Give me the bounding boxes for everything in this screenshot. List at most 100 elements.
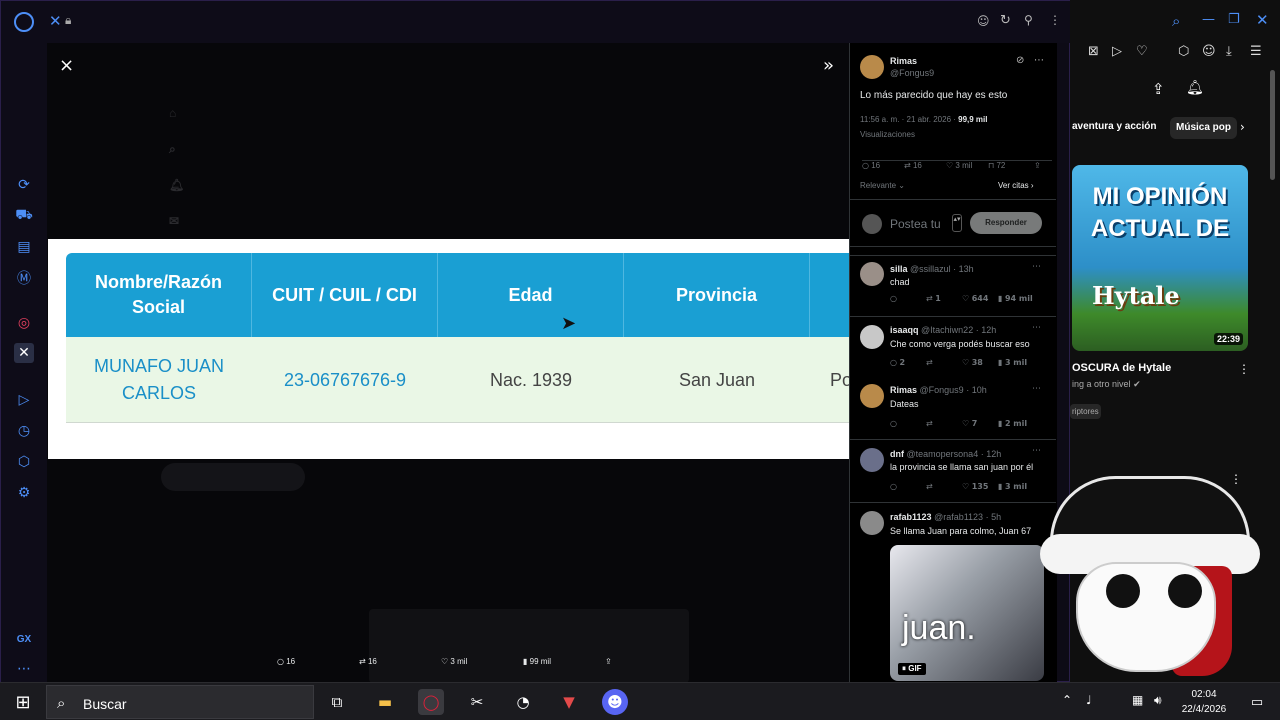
taskbar-search-input[interactable]: Buscar xyxy=(83,696,127,712)
extensions-icon[interactable]: ⬡ xyxy=(1178,44,1189,59)
repost-stat[interactable]: ⇄ 16 xyxy=(904,161,922,170)
heart-icon[interactable]: ♡ 135 xyxy=(962,482,998,491)
capcut-icon[interactable]: ✂ xyxy=(464,689,490,715)
like-action[interactable]: ♡ 3 mil xyxy=(441,657,467,666)
window-close-icon[interactable]: ✕ xyxy=(1256,11,1269,29)
author-name[interactable]: Rimas xyxy=(890,56,917,66)
more-icon[interactable]: ⋯ xyxy=(1032,323,1041,333)
scrollbar[interactable] xyxy=(1270,70,1275,180)
windows-start-icon[interactable]: ⊞ xyxy=(10,689,36,715)
reply-item[interactable]: isaaqq @Itachiwn22 · 12h Che como verga … xyxy=(850,316,1056,378)
repost-icon[interactable]: ⇄ xyxy=(926,482,962,491)
music-icon[interactable]: Ⓜ xyxy=(14,268,34,288)
history-icon[interactable]: ◷ xyxy=(14,421,34,441)
reply-author[interactable]: silla xyxy=(890,264,908,274)
video-title[interactable]: OSCURA de Hytale xyxy=(1072,362,1171,374)
reply-input[interactable]: Postea tu xyxy=(890,217,941,231)
minimize-icon[interactable]: — xyxy=(1202,12,1215,27)
subscribers-chip[interactable]: riptores xyxy=(1070,404,1101,419)
upload-icon[interactable]: ⇪ xyxy=(1152,80,1165,98)
taskbar-search[interactable]: ⌕ Buscar xyxy=(46,685,314,719)
view-quotes-link[interactable]: Ver citas › xyxy=(998,181,1034,190)
menu-icon[interactable]: ☰ xyxy=(1250,44,1262,59)
channel-name[interactable]: ing a otro nivel ✔ xyxy=(1072,379,1141,390)
expand-panel-icon[interactable]: » xyxy=(823,55,834,76)
reply-icon[interactable]: ○ 2 xyxy=(890,358,926,367)
chip[interactable]: aventura y acción xyxy=(1072,121,1156,132)
views-icon[interactable]: ▮ 3 mil xyxy=(998,482,1034,491)
cell-cuit[interactable]: 23-06767676-9 xyxy=(252,337,438,423)
share-icon[interactable]: ⇪ xyxy=(605,657,612,666)
views-icon[interactable]: ▮ 2 mil xyxy=(998,419,1034,428)
reply-author[interactable]: Rimas xyxy=(890,385,917,395)
avatar[interactable] xyxy=(860,55,884,79)
reply-item[interactable]: dnf @teamopersona4 · 12h la provincia se… xyxy=(850,439,1056,501)
like-stat[interactable]: ♡ 3 mil xyxy=(946,161,972,170)
video-thumbnail[interactable]: MI OPINIÓN ACTUAL DE Hytale 22:39 xyxy=(1072,165,1248,351)
repost-icon[interactable]: ⇄ xyxy=(926,358,962,367)
views-icon[interactable]: ▮ 94 mil xyxy=(998,294,1034,303)
aria-icon[interactable]: ⟳ xyxy=(14,175,34,195)
x-icon[interactable]: ✕ xyxy=(14,343,34,363)
avatar[interactable] xyxy=(860,448,884,472)
gif-media[interactable]: juan. ⏸︎ GIF xyxy=(890,545,1044,681)
network-icon[interactable]: ▦ xyxy=(1132,693,1143,707)
reply-author[interactable]: rafab1123 xyxy=(890,512,932,522)
avatar[interactable] xyxy=(860,511,884,535)
settings-icon[interactable]: ⚙ xyxy=(14,483,34,503)
more-icon[interactable]: ⋯ xyxy=(1034,55,1044,66)
avatar[interactable] xyxy=(860,325,884,349)
views-icon[interactable]: ▮ 3 mil xyxy=(998,358,1034,367)
download-icon[interactable]: ⤓ xyxy=(1226,44,1232,59)
chip[interactable]: Música pop xyxy=(1170,117,1238,139)
heart-icon[interactable]: ♡ xyxy=(1136,44,1148,59)
x-logo-icon[interactable]: ✕ xyxy=(49,12,62,30)
mic-icon[interactable]: ♩ xyxy=(1086,693,1092,707)
more-icon[interactable]: ⋯ xyxy=(14,659,34,679)
search-icon[interactable]: ⌕ xyxy=(1172,12,1180,30)
speedtest-icon[interactable]: ◔ xyxy=(510,689,536,715)
chevron-right-icon[interactable]: › xyxy=(1240,120,1245,134)
reply-author[interactable]: isaaqq xyxy=(890,325,919,335)
reply-icon[interactable]: ○ xyxy=(890,294,926,303)
stepper-icon[interactable]: ▴▾ xyxy=(952,214,962,232)
reply-button[interactable]: Responder xyxy=(970,212,1042,234)
avatar[interactable] xyxy=(860,262,884,286)
reply-icon[interactable]: ○ xyxy=(890,482,926,491)
reply-item[interactable]: Rimas @Fongus9 · 10h Dateas ⋯ ○ ⇄ ♡ 7 ▮ … xyxy=(850,378,1056,438)
reply-author[interactable]: dnf xyxy=(890,449,904,459)
shopping-icon[interactable]: ⛟ xyxy=(14,206,34,226)
chevron-up-icon[interactable]: ⌃ xyxy=(1062,693,1072,707)
more-icon[interactable]: ⋯ xyxy=(1032,262,1041,272)
reply-item[interactable]: rafab1123 @rafab1123 · 5h Se llama Juan … xyxy=(850,502,1056,683)
ext-icon[interactable]: ⊠ xyxy=(1088,44,1099,59)
reply-item[interactable]: silla @ssillazul · 13h chad ⋯ ○ ⇄ 1 ♡ 64… xyxy=(850,255,1056,315)
opera-gx-icon[interactable]: ◯ xyxy=(418,689,444,715)
close-icon[interactable]: × xyxy=(59,55,74,76)
heart-icon[interactable]: ♡ 644 xyxy=(962,294,998,303)
reply-action[interactable]: ○ 16 xyxy=(277,657,295,666)
clock[interactable]: 02:04 22/4/2026 xyxy=(1174,687,1234,717)
profile-icon[interactable]: ☺ xyxy=(1202,44,1216,59)
discord-icon[interactable]: ☻ xyxy=(602,689,628,715)
pin-icon[interactable]: ⚲ xyxy=(1024,13,1033,27)
play-icon[interactable]: ▷ xyxy=(14,390,34,410)
grok-icon[interactable]: ⊘ xyxy=(1016,55,1024,66)
views-action[interactable]: ▮ 99 mil xyxy=(523,657,551,666)
opera-logo-icon[interactable] xyxy=(14,12,34,32)
task-view-icon[interactable]: ⧉ xyxy=(324,689,350,715)
file-explorer-icon[interactable]: ▬ xyxy=(372,689,398,715)
heart-icon[interactable]: ♡ 38 xyxy=(962,358,998,367)
bookmark-stat[interactable]: ⊓ 72 xyxy=(988,161,1005,170)
author-handle[interactable]: @Fongus9 xyxy=(890,68,934,78)
sort-dropdown[interactable]: Relevante ⌄ xyxy=(860,181,905,190)
pause-icon[interactable]: ⏸︎ xyxy=(902,664,906,673)
heart-icon[interactable]: ♡ 7 xyxy=(962,419,998,428)
vivaldi-icon[interactable]: ▼ xyxy=(556,689,582,715)
extensions-icon[interactable]: ⬡ xyxy=(14,452,34,472)
bell-icon[interactable]: 🔔︎ xyxy=(1186,80,1204,96)
reply-stat[interactable]: ○ 16 xyxy=(862,161,880,170)
more-icon[interactable]: ⋯ xyxy=(1032,446,1041,456)
volume-icon[interactable]: 🔊︎ xyxy=(1154,693,1162,708)
repost-action[interactable]: ⇄ 16 xyxy=(359,657,377,666)
